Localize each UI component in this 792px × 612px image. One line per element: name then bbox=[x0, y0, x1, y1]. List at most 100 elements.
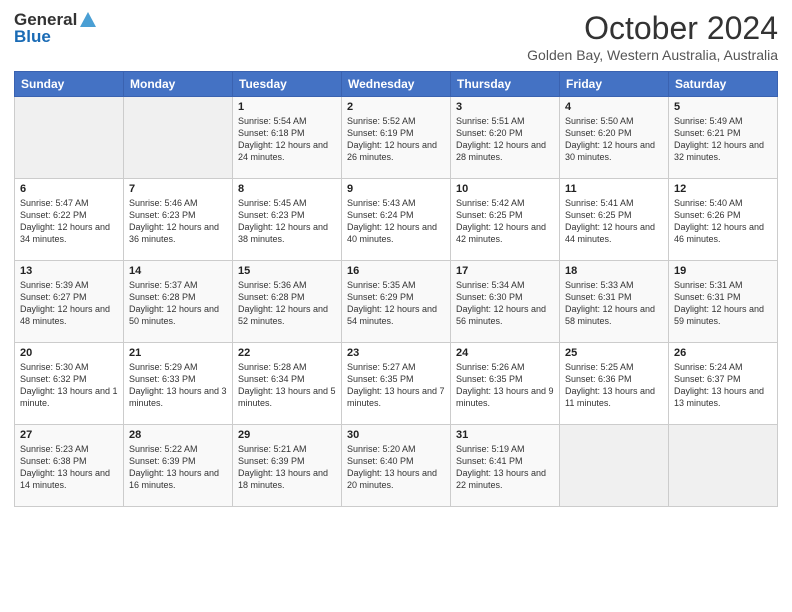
day-info: Sunrise: 5:54 AM Sunset: 6:18 PM Dayligh… bbox=[238, 115, 336, 164]
day-number: 29 bbox=[238, 429, 336, 441]
day-number: 22 bbox=[238, 347, 336, 359]
day-info: Sunrise: 5:39 AM Sunset: 6:27 PM Dayligh… bbox=[20, 279, 118, 328]
day-info: Sunrise: 5:47 AM Sunset: 6:22 PM Dayligh… bbox=[20, 197, 118, 246]
day-info: Sunrise: 5:35 AM Sunset: 6:29 PM Dayligh… bbox=[347, 279, 445, 328]
day-number: 26 bbox=[674, 347, 772, 359]
logo-icon bbox=[79, 11, 97, 29]
day-info: Sunrise: 5:27 AM Sunset: 6:35 PM Dayligh… bbox=[347, 361, 445, 410]
table-row: 25 Sunrise: 5:25 AM Sunset: 6:36 PM Dayli… bbox=[560, 343, 669, 425]
table-row: 17 Sunrise: 5:34 AM Sunset: 6:30 PM Dayli… bbox=[451, 261, 560, 343]
calendar-table: Sunday Monday Tuesday Wednesday Thursday… bbox=[14, 71, 778, 507]
logo-blue-text: Blue bbox=[14, 27, 51, 47]
col-tuesday: Tuesday bbox=[233, 72, 342, 97]
table-row: 14 Sunrise: 5:37 AM Sunset: 6:28 PM Dayli… bbox=[124, 261, 233, 343]
day-number: 20 bbox=[20, 347, 118, 359]
table-row: 21Sunrise: 5:29 AM Sunset: 6:33 PM Dayli… bbox=[124, 343, 233, 425]
day-info: Sunrise: 5:42 AM Sunset: 6:25 PM Dayligh… bbox=[456, 197, 554, 246]
table-row: 7 Sunrise: 5:46 AM Sunset: 6:23 PM Daylig… bbox=[124, 179, 233, 261]
table-row: 16 Sunrise: 5:35 AM Sunset: 6:29 PM Dayli… bbox=[342, 261, 451, 343]
calendar-header-row: Sunday Monday Tuesday Wednesday Thursday… bbox=[15, 72, 778, 97]
day-number: 25 bbox=[565, 347, 663, 359]
day-info: Sunrise: 5:43 AM Sunset: 6:24 PM Dayligh… bbox=[347, 197, 445, 246]
day-info: Sunrise: 5:20 AM Sunset: 6:40 PM Dayligh… bbox=[347, 443, 445, 492]
day-info: Sunrise: 5:34 AM Sunset: 6:30 PM Dayligh… bbox=[456, 279, 554, 328]
day-number: 23 bbox=[347, 347, 445, 359]
table-row: 11 Sunrise: 5:41 AM Sunset: 6:25 PM Dayli… bbox=[560, 179, 669, 261]
day-number: 2 bbox=[347, 101, 445, 113]
day-number: 24 bbox=[456, 347, 554, 359]
day-info: Sunrise: 5:23 AM Sunset: 6:38 PM Dayligh… bbox=[20, 443, 118, 492]
table-row: 30 Sunrise: 5:20 AM Sunset: 6:40 PM Dayli… bbox=[342, 425, 451, 507]
day-number: 15 bbox=[238, 265, 336, 277]
day-info: Sunrise: 5:31 AM Sunset: 6:31 PM Dayligh… bbox=[674, 279, 772, 328]
table-row: 1 Sunrise: 5:54 AM Sunset: 6:18 PM Daylig… bbox=[233, 97, 342, 179]
logo: General Blue bbox=[14, 10, 97, 47]
table-row: 27Sunrise: 5:23 AM Sunset: 6:38 PM Dayli… bbox=[15, 425, 124, 507]
day-number: 9 bbox=[347, 183, 445, 195]
day-number: 18 bbox=[565, 265, 663, 277]
day-number: 1 bbox=[238, 101, 336, 113]
table-row bbox=[669, 425, 778, 507]
day-info: Sunrise: 5:45 AM Sunset: 6:23 PM Dayligh… bbox=[238, 197, 336, 246]
calendar-week-row: 1 Sunrise: 5:54 AM Sunset: 6:18 PM Daylig… bbox=[15, 97, 778, 179]
table-row: 18Sunrise: 5:33 AM Sunset: 6:31 PM Dayli… bbox=[560, 261, 669, 343]
day-number: 28 bbox=[129, 429, 227, 441]
day-number: 4 bbox=[565, 101, 663, 113]
table-row: 4Sunrise: 5:50 AM Sunset: 6:20 PM Daylig… bbox=[560, 97, 669, 179]
day-number: 5 bbox=[674, 101, 772, 113]
table-row: 23 Sunrise: 5:27 AM Sunset: 6:35 PM Dayli… bbox=[342, 343, 451, 425]
calendar-week-row: 20Sunrise: 5:30 AM Sunset: 6:32 PM Dayli… bbox=[15, 343, 778, 425]
day-number: 31 bbox=[456, 429, 554, 441]
table-row: 31 Sunrise: 5:19 AM Sunset: 6:41 PM Dayli… bbox=[451, 425, 560, 507]
location-subtitle: Golden Bay, Western Australia, Australia bbox=[527, 47, 778, 63]
table-row: 6Sunrise: 5:47 AM Sunset: 6:22 PM Daylig… bbox=[15, 179, 124, 261]
day-info: Sunrise: 5:46 AM Sunset: 6:23 PM Dayligh… bbox=[129, 197, 227, 246]
day-number: 14 bbox=[129, 265, 227, 277]
day-info: Sunrise: 5:24 AM Sunset: 6:37 PM Dayligh… bbox=[674, 361, 772, 410]
col-monday: Monday bbox=[124, 72, 233, 97]
day-number: 17 bbox=[456, 265, 554, 277]
title-section: October 2024 Golden Bay, Western Austral… bbox=[527, 10, 778, 63]
table-row: 8Sunrise: 5:45 AM Sunset: 6:23 PM Daylig… bbox=[233, 179, 342, 261]
table-row: 26 Sunrise: 5:24 AM Sunset: 6:37 PM Dayli… bbox=[669, 343, 778, 425]
day-info: Sunrise: 5:22 AM Sunset: 6:39 PM Dayligh… bbox=[129, 443, 227, 492]
table-row: 10 Sunrise: 5:42 AM Sunset: 6:25 PM Dayli… bbox=[451, 179, 560, 261]
table-row: 5Sunrise: 5:49 AM Sunset: 6:21 PM Daylig… bbox=[669, 97, 778, 179]
day-info: Sunrise: 5:21 AM Sunset: 6:39 PM Dayligh… bbox=[238, 443, 336, 492]
table-row: 22 Sunrise: 5:28 AM Sunset: 6:34 PM Dayli… bbox=[233, 343, 342, 425]
day-info: Sunrise: 5:29 AM Sunset: 6:33 PM Dayligh… bbox=[129, 361, 227, 410]
day-info: Sunrise: 5:25 AM Sunset: 6:36 PM Dayligh… bbox=[565, 361, 663, 410]
day-number: 10 bbox=[456, 183, 554, 195]
table-row: 28 Sunrise: 5:22 AM Sunset: 6:39 PM Dayli… bbox=[124, 425, 233, 507]
day-number: 30 bbox=[347, 429, 445, 441]
table-row: 2 Sunrise: 5:52 AM Sunset: 6:19 PM Daylig… bbox=[342, 97, 451, 179]
day-number: 3 bbox=[456, 101, 554, 113]
table-row: 24 Sunrise: 5:26 AM Sunset: 6:35 PM Dayli… bbox=[451, 343, 560, 425]
day-number: 12 bbox=[674, 183, 772, 195]
col-saturday: Saturday bbox=[669, 72, 778, 97]
table-row: 29 Sunrise: 5:21 AM Sunset: 6:39 PM Dayli… bbox=[233, 425, 342, 507]
table-row bbox=[560, 425, 669, 507]
day-info: Sunrise: 5:41 AM Sunset: 6:25 PM Dayligh… bbox=[565, 197, 663, 246]
day-info: Sunrise: 5:26 AM Sunset: 6:35 PM Dayligh… bbox=[456, 361, 554, 410]
day-info: Sunrise: 5:40 AM Sunset: 6:26 PM Dayligh… bbox=[674, 197, 772, 246]
day-info: Sunrise: 5:28 AM Sunset: 6:34 PM Dayligh… bbox=[238, 361, 336, 410]
day-number: 11 bbox=[565, 183, 663, 195]
calendar-week-row: 6Sunrise: 5:47 AM Sunset: 6:22 PM Daylig… bbox=[15, 179, 778, 261]
day-number: 16 bbox=[347, 265, 445, 277]
day-number: 19 bbox=[674, 265, 772, 277]
day-info: Sunrise: 5:52 AM Sunset: 6:19 PM Dayligh… bbox=[347, 115, 445, 164]
day-info: Sunrise: 5:37 AM Sunset: 6:28 PM Dayligh… bbox=[129, 279, 227, 328]
calendar-week-row: 13Sunrise: 5:39 AM Sunset: 6:27 PM Dayli… bbox=[15, 261, 778, 343]
day-info: Sunrise: 5:19 AM Sunset: 6:41 PM Dayligh… bbox=[456, 443, 554, 492]
table-row: 19 Sunrise: 5:31 AM Sunset: 6:31 PM Dayli… bbox=[669, 261, 778, 343]
table-row: 20Sunrise: 5:30 AM Sunset: 6:32 PM Dayli… bbox=[15, 343, 124, 425]
day-number: 7 bbox=[129, 183, 227, 195]
month-title: October 2024 bbox=[527, 10, 778, 47]
table-row bbox=[124, 97, 233, 179]
table-row: 13Sunrise: 5:39 AM Sunset: 6:27 PM Dayli… bbox=[15, 261, 124, 343]
col-friday: Friday bbox=[560, 72, 669, 97]
table-row: 15Sunrise: 5:36 AM Sunset: 6:28 PM Dayli… bbox=[233, 261, 342, 343]
table-row bbox=[15, 97, 124, 179]
col-wednesday: Wednesday bbox=[342, 72, 451, 97]
